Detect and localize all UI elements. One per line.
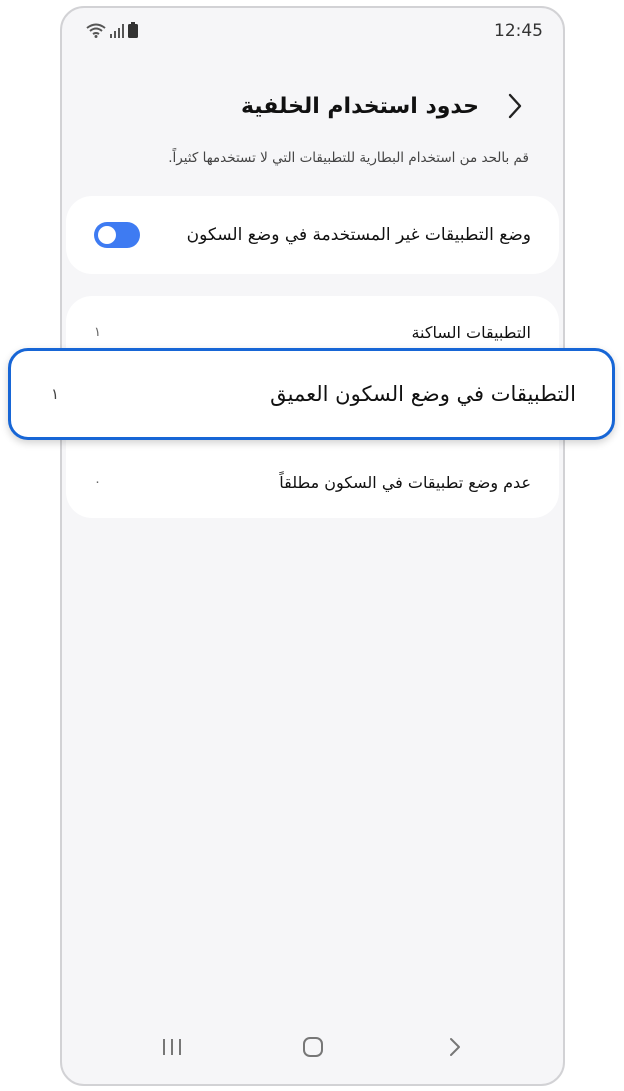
list-item-count: ١ (94, 324, 101, 340)
toggle-label: وضع التطبيقات غير المستخدمة في وضع السكو… (186, 225, 531, 245)
description-text: قم بالحد من استخدام البطارية للتطبيقات ا… (168, 150, 529, 166)
toggle-row[interactable]: وضع التطبيقات غير المستخدمة في وضع السكو… (94, 196, 531, 274)
home-icon (303, 1037, 323, 1057)
phone-frame: 12:45 حدود استخدام الخلفية قم بالحد من ا… (60, 6, 565, 1086)
list-item-deep-sleeping-apps[interactable]: التطبيقات في وضع السكون العميق ١ (8, 348, 615, 440)
status-icons (86, 22, 138, 38)
back-button[interactable] (501, 90, 529, 122)
list-item-count: ٠ (94, 474, 101, 490)
back-icon (450, 1038, 460, 1056)
sleep-toggle-switch[interactable] (94, 222, 140, 248)
list-item-never-sleeping-apps[interactable]: عدم وضع تطبيقات في السكون مطلقاً ٠ (94, 466, 531, 498)
status-bar: 12:45 (62, 8, 563, 56)
navigation-bar (62, 1026, 563, 1066)
list-item-label: التطبيقات الساكنة (411, 322, 531, 342)
header: حدود استخدام الخلفية (241, 90, 529, 122)
switch-knob (98, 226, 116, 244)
nav-back-button[interactable] (442, 1034, 468, 1060)
list-item-sleeping-apps[interactable]: التطبيقات الساكنة ١ (94, 316, 531, 348)
list-item-label: التطبيقات في وضع السكون العميق (270, 382, 576, 406)
status-time: 12:45 (494, 21, 543, 41)
recent-apps-icon (163, 1039, 181, 1055)
recent-apps-button[interactable] (159, 1034, 185, 1060)
signal-icon (110, 24, 124, 38)
list-item-count: ١ (51, 385, 60, 403)
home-button[interactable] (300, 1034, 326, 1060)
battery-icon (128, 22, 138, 38)
toggle-card[interactable]: وضع التطبيقات غير المستخدمة في وضع السكو… (66, 196, 559, 274)
page-title: حدود استخدام الخلفية (240, 93, 479, 119)
list-item-label: عدم وضع تطبيقات في السكون مطلقاً (279, 472, 531, 492)
chevron-right-icon (508, 93, 522, 119)
wifi-icon (86, 23, 106, 38)
